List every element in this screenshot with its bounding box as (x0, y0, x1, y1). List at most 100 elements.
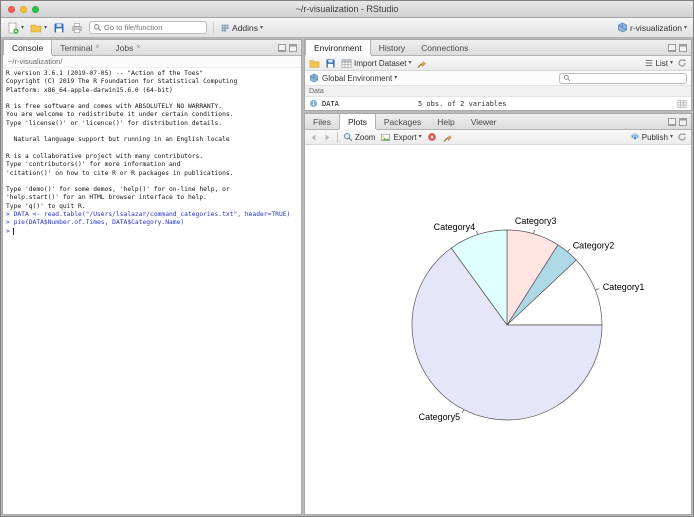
pie-label-tick (567, 248, 571, 253)
environment-pane-buttons (668, 40, 691, 55)
jobs-tab-close-icon[interactable]: × (136, 44, 140, 51)
next-plot-icon[interactable] (323, 133, 332, 142)
text-cursor (12, 228, 14, 236)
import-dataset-button[interactable]: Import Dataset ▾ (341, 58, 411, 69)
tab-terminal[interactable]: Terminal × (52, 40, 107, 55)
console-output[interactable]: R version 3.6.1 (2019-07-05) -- "Action … (3, 68, 301, 514)
caret-down-icon: ▾ (44, 24, 48, 31)
printer-icon (71, 22, 83, 34)
search-icon (563, 74, 571, 82)
tab-plots[interactable]: Plots (338, 114, 376, 129)
minimize-pane-icon[interactable] (668, 43, 676, 52)
environment-object-row[interactable]: DATA 5 obs. of 2 variables (305, 97, 691, 110)
console-prompt-line[interactable]: > (6, 228, 300, 236)
scope-label: Global Environment (322, 73, 393, 83)
new-file-icon (7, 22, 19, 34)
caret-down-icon: ▾ (418, 134, 422, 140)
tab-history[interactable]: History (371, 40, 413, 55)
project-name-label: r-visualization (630, 22, 682, 33)
open-file-button[interactable]: ▾ (30, 22, 47, 34)
goto-file-input[interactable] (104, 23, 204, 32)
minimize-pane-icon[interactable] (668, 117, 676, 126)
toolbar-separator (213, 22, 215, 33)
pie-label-tick (476, 230, 478, 235)
r-package-cube-icon (309, 73, 319, 83)
tab-console[interactable]: Console (3, 40, 53, 55)
pie-label-category2: Category2 (573, 241, 615, 251)
save-workspace-icon[interactable] (325, 58, 336, 69)
tab-environment[interactable]: Environment (305, 40, 371, 55)
plot-area: Category1 Category2 Category3 Category4 Cate… (305, 145, 691, 514)
pie-label-category1: Category1 (603, 282, 645, 292)
export-label: Export (393, 132, 417, 142)
caret-down-icon: ▾ (260, 24, 264, 31)
maximize-pane-icon[interactable] (679, 43, 687, 52)
clear-environment-broom-icon[interactable] (416, 58, 427, 69)
list-view-button[interactable]: List ▾ (644, 58, 673, 68)
save-button[interactable] (53, 22, 65, 34)
console-prompt: > (6, 227, 10, 235)
window-title: ~/r-visualization - RStudio (295, 4, 399, 14)
rstudio-window: ~/r-visualization - RStudio ▾ ▾ Addins ▾ (0, 0, 694, 517)
previous-plot-icon[interactable] (309, 133, 318, 142)
minimize-pane-icon[interactable] (278, 43, 286, 52)
tab-viewer[interactable]: Viewer (463, 114, 505, 129)
environment-toolbar: Import Dataset ▾ List ▾ (305, 56, 691, 71)
list-view-label: List (655, 58, 668, 68)
close-button[interactable] (8, 6, 15, 13)
export-image-icon (380, 132, 391, 143)
view-data-grid-icon[interactable] (677, 99, 687, 109)
clear-plots-broom-icon[interactable] (442, 132, 453, 143)
project-selector[interactable]: r-visualization ▾ (617, 22, 687, 33)
pie-label-category4: Category4 (434, 222, 476, 232)
zoom-button[interactable] (32, 6, 39, 13)
pie-label-tick (533, 229, 535, 234)
publish-icon (630, 132, 640, 142)
refresh-icon[interactable] (677, 58, 687, 68)
console-pane: Console Terminal × Jobs × ~/r-visualizatio… (2, 39, 302, 515)
remove-plot-icon[interactable] (427, 132, 437, 142)
environment-tabbar: Environment History Connections (305, 40, 691, 56)
console-tabbar: Console Terminal × Jobs × (3, 40, 301, 56)
addins-button[interactable]: Addins ▾ (220, 23, 263, 33)
data-object-icon (309, 99, 318, 108)
tab-files[interactable]: Files (305, 114, 339, 129)
goto-file-search[interactable] (89, 21, 208, 34)
tab-jobs[interactable]: Jobs × (107, 40, 148, 55)
environment-scope-selector[interactable]: Global Environment ▾ (322, 74, 397, 83)
environment-scope-row: Global Environment ▾ (305, 71, 691, 86)
addins-grid-icon (220, 23, 230, 33)
caret-down-icon: ▾ (408, 60, 412, 66)
tab-packages[interactable]: Packages (376, 114, 429, 129)
plots-toolbar-right: Publish ▾ (630, 132, 687, 142)
minimize-button[interactable] (20, 6, 27, 13)
save-icon (53, 22, 65, 34)
project-cube-icon (617, 22, 628, 33)
addins-label: Addins (232, 22, 259, 33)
tab-connections[interactable]: Connections (413, 40, 476, 55)
pie-label-category5: Category5 (419, 412, 461, 422)
environment-search-input[interactable] (573, 73, 683, 83)
plots-tabbar: Files Plots Packages Help Viewer (305, 114, 691, 130)
plots-toolbar: Zoom Export ▾ Publish ▾ (305, 130, 691, 145)
caret-down-icon: ▾ (21, 24, 25, 31)
titlebar[interactable]: ~/r-visualization - RStudio (1, 1, 693, 18)
main-split: Console Terminal × Jobs × ~/r-visualizatio… (1, 38, 693, 516)
load-workspace-icon[interactable] (309, 58, 320, 69)
refresh-icon[interactable] (677, 132, 687, 142)
tab-help[interactable]: Help (429, 114, 462, 129)
folder-icon (30, 22, 42, 34)
terminal-tab-close-icon[interactable]: × (95, 44, 99, 51)
caret-down-icon: ▾ (669, 60, 673, 66)
maximize-pane-icon[interactable] (289, 43, 297, 52)
environment-toolbar-right: List ▾ (644, 58, 687, 68)
environment-pane: Environment History Connections Import D… (304, 39, 692, 111)
new-file-button[interactable]: ▾ (7, 22, 24, 34)
environment-search[interactable] (559, 72, 687, 84)
maximize-pane-icon[interactable] (679, 117, 687, 126)
export-button[interactable]: Export ▾ (380, 132, 422, 143)
print-button[interactable] (71, 22, 83, 34)
console-working-directory[interactable]: ~/r-visualization/ (3, 56, 301, 68)
zoom-button[interactable]: Zoom (343, 132, 375, 142)
publish-button[interactable]: Publish ▾ (630, 132, 673, 142)
